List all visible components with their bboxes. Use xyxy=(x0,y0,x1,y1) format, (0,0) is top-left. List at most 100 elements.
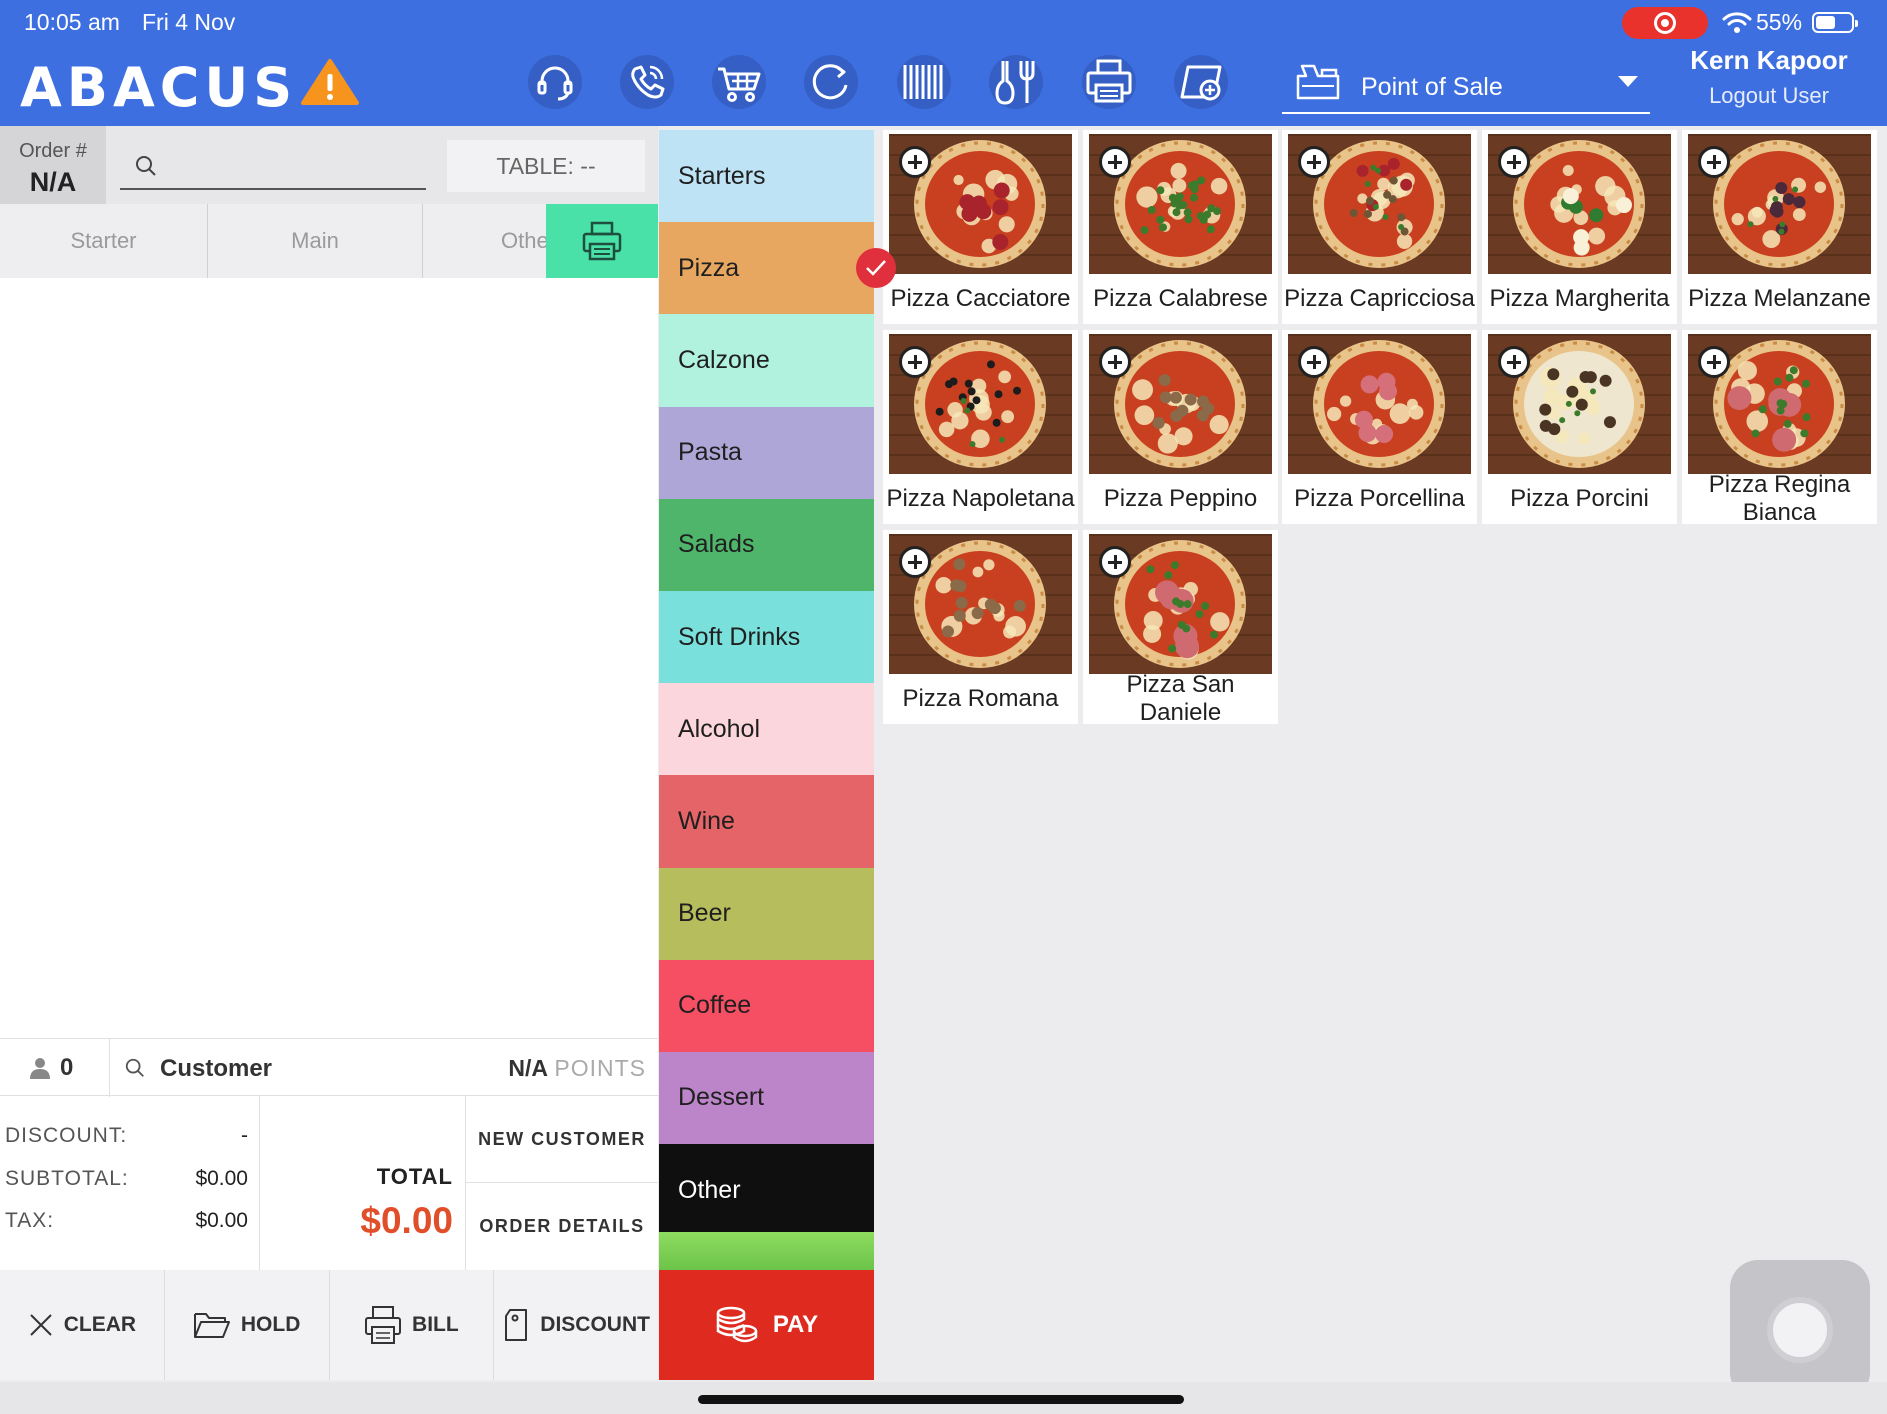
product-card[interactable]: Pizza Romana xyxy=(883,530,1078,724)
category-other[interactable]: Other xyxy=(659,1144,874,1237)
product-card[interactable]: Pizza Porcellina xyxy=(1282,330,1477,524)
mode-selector[interactable]: Point of Sale xyxy=(1282,56,1650,114)
product-card[interactable]: Pizza Margherita xyxy=(1482,130,1677,324)
add-icon[interactable] xyxy=(899,546,931,578)
add-icon[interactable] xyxy=(1698,346,1730,378)
cart-icon[interactable] xyxy=(709,52,769,112)
category-salads[interactable]: Salads xyxy=(659,498,874,591)
wifi-icon xyxy=(1722,12,1752,33)
printer-icon xyxy=(365,1306,402,1344)
tax-label: TAX: xyxy=(5,1209,55,1232)
app-header: 10:05 am Fri 4 Nov 55% ABACUS Point of S… xyxy=(0,0,1887,126)
phone-icon[interactable] xyxy=(617,52,677,112)
category-soft-drinks[interactable]: Soft Drinks xyxy=(659,590,874,684)
screen-record-indicator[interactable] xyxy=(1622,7,1708,39)
order-search-bar: TABLE: -- xyxy=(106,126,658,204)
new-customer-label: NEW CUSTOMER xyxy=(478,1129,646,1149)
product-name: Pizza Peppino xyxy=(1103,485,1258,512)
category-label: Salads xyxy=(678,530,755,559)
clear-button[interactable]: CLEAR xyxy=(0,1270,165,1380)
guest-count: 0 xyxy=(60,1054,74,1081)
status-date: Fri 4 Nov xyxy=(142,9,236,35)
tag-icon xyxy=(505,1309,528,1341)
cash-register-icon xyxy=(1296,64,1340,100)
product-card[interactable]: Pizza Regina Bianca xyxy=(1682,330,1877,526)
category-alcohol[interactable]: Alcohol xyxy=(659,683,874,776)
printer-icon[interactable] xyxy=(1079,52,1139,112)
barcode-icon[interactable] xyxy=(894,52,954,112)
add-icon[interactable] xyxy=(899,346,931,378)
category-dessert[interactable]: Dessert xyxy=(659,1051,874,1145)
product-card[interactable]: Pizza Calabrese xyxy=(1083,130,1278,324)
print-order-button[interactable] xyxy=(546,204,658,278)
bill-button[interactable]: BILL xyxy=(330,1270,495,1380)
tab-main[interactable]: Main xyxy=(208,204,423,278)
add-icon[interactable] xyxy=(1498,146,1530,178)
product-card[interactable]: Pizza Peppino xyxy=(1083,330,1278,524)
add-device-icon[interactable] xyxy=(1171,52,1231,112)
menu-search-input[interactable] xyxy=(120,146,426,190)
assistive-touch-button[interactable] xyxy=(1730,1260,1870,1400)
logout-link[interactable]: Logout User xyxy=(1660,83,1878,109)
support-icon[interactable] xyxy=(525,52,585,112)
discount-button[interactable]: DISCOUNT xyxy=(494,1270,658,1380)
category-coffee[interactable]: Coffee xyxy=(659,959,874,1052)
order-details-button[interactable]: ORDER DETAILS xyxy=(466,1183,658,1270)
warning-icon[interactable] xyxy=(300,58,360,106)
guest-count-button[interactable]: 0 xyxy=(0,1039,110,1097)
product-name: Pizza Melanzane xyxy=(1688,285,1871,312)
add-icon[interactable] xyxy=(1498,346,1530,378)
category-calzone[interactable]: Calzone xyxy=(659,314,874,407)
category-beer[interactable]: Beer xyxy=(659,867,874,960)
customer-row: 0 Customer N/A POINTS xyxy=(0,1038,658,1097)
home-indicator xyxy=(0,1382,1887,1414)
mode-label: Point of Sale xyxy=(1361,73,1503,101)
subtotal-label: SUBTOTAL: xyxy=(5,1167,129,1190)
status-time: 10:05 am xyxy=(24,9,120,35)
tab-starter[interactable]: Starter xyxy=(0,204,208,278)
customer-search[interactable]: Customer N/A POINTS xyxy=(110,1039,658,1097)
total-label: TOTAL xyxy=(376,1164,453,1189)
pay-button[interactable]: PAY xyxy=(659,1270,874,1380)
category-label: Alcohol xyxy=(678,714,760,743)
add-icon[interactable] xyxy=(1298,146,1330,178)
refresh-icon[interactable] xyxy=(801,52,861,112)
product-card[interactable]: Pizza Capricciosa xyxy=(1282,130,1477,324)
new-customer-button[interactable]: NEW CUSTOMER xyxy=(466,1096,658,1183)
product-card[interactable]: Pizza Cacciatore xyxy=(883,130,1078,324)
add-icon[interactable] xyxy=(1099,346,1131,378)
discount-action-label: DISCOUNT xyxy=(540,1313,650,1336)
category-label: Other xyxy=(678,1175,741,1204)
add-icon[interactable] xyxy=(1099,146,1131,178)
product-card[interactable]: Pizza Porcini xyxy=(1482,330,1677,524)
kitchen-icon[interactable] xyxy=(986,52,1046,112)
category-more-indicator[interactable] xyxy=(659,1232,874,1270)
order-details-label: ORDER DETAILS xyxy=(479,1216,645,1236)
product-card[interactable]: Pizza Napoletana xyxy=(883,330,1078,524)
table-selector-button[interactable]: TABLE: -- xyxy=(447,140,645,192)
add-icon[interactable] xyxy=(1298,346,1330,378)
add-icon[interactable] xyxy=(899,146,931,178)
product-name: Pizza Porcini xyxy=(1510,485,1649,512)
add-icon[interactable] xyxy=(1698,146,1730,178)
category-label: Soft Drinks xyxy=(678,622,801,651)
category-label: Pasta xyxy=(678,438,742,467)
subtotal-value: $0.00 xyxy=(195,1167,248,1190)
order-totals: DISCOUNT: - SUBTOTAL: $0.00 TAX: $0.00 TOTA… xyxy=(0,1096,658,1270)
product-card[interactable]: Pizza San Daniele xyxy=(1083,530,1278,726)
folder-icon xyxy=(193,1313,230,1338)
category-pasta[interactable]: Pasta xyxy=(659,406,874,499)
product-name: Pizza San Daniele xyxy=(1126,671,1235,726)
category-wine[interactable]: Wine xyxy=(659,775,874,868)
add-icon[interactable] xyxy=(1099,546,1131,578)
product-name: Pizza Napoletana xyxy=(886,485,1075,512)
chevron-down-icon xyxy=(1618,76,1638,87)
order-number: Order # N/A xyxy=(0,126,106,204)
printer-icon xyxy=(582,221,622,261)
pay-label: PAY xyxy=(772,1311,819,1338)
hold-button[interactable]: HOLD xyxy=(165,1270,330,1380)
points-value: N/A xyxy=(508,1055,548,1081)
product-card[interactable]: Pizza Melanzane xyxy=(1682,130,1877,324)
category-pizza[interactable]: Pizza xyxy=(659,222,896,315)
category-starters[interactable]: Starters xyxy=(659,130,874,223)
